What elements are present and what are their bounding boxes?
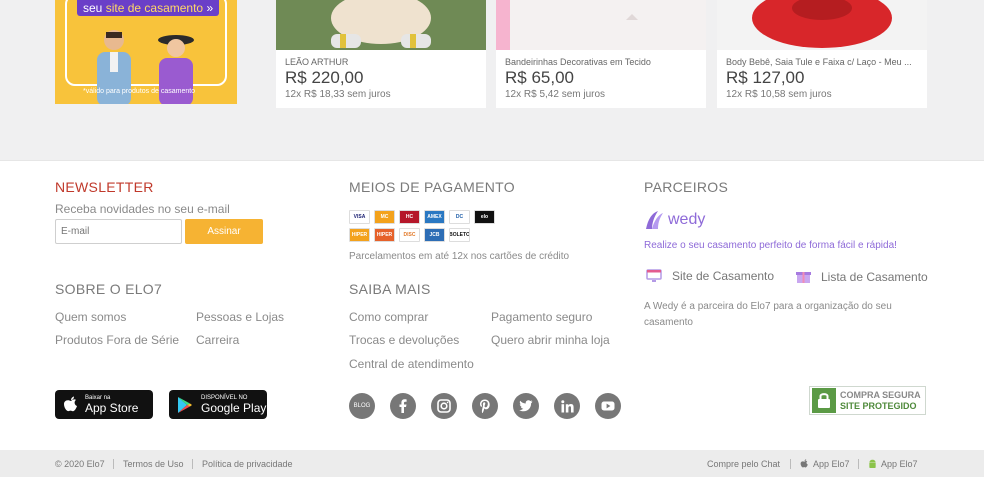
wedy-tagline: Realize o seu casamento perfeito de form… [644,240,897,251]
newsletter-heading: NEWSLETTER [55,179,154,195]
apple-icon [64,396,77,411]
product-strip: seu site de casamento » *válido para pro… [0,0,984,160]
jcb-icon: JCB [424,228,445,242]
product-installments: 12x R$ 5,42 sem juros [505,89,606,100]
hiper-alt-icon: HIPER [374,228,395,242]
padlock-icon [812,388,836,413]
google-play-button[interactable]: DISPONÍVEL NO Google Play [169,390,267,419]
about-link-pessoas-lojas[interactable]: Pessoas e Lojas [196,310,284,324]
discover-icon: DISC [399,228,420,242]
link-trocas[interactable]: Trocas e devoluções [349,333,459,347]
payment-row: HIPER HIPER DISC JCB BOLETO [349,228,470,242]
app-store-big: App Store [85,400,139,415]
mastercard-icon: MC [374,210,395,224]
product-image [717,0,927,50]
divider [858,459,859,469]
product-image [276,0,486,50]
wedy-about-line1: A Wedy é a parceira do Elo7 para a organ… [644,301,892,312]
product-title: Bandeirinhas Decorativas em Tecido [505,57,651,67]
product-card[interactable]: Body Bebê, Saia Tule e Faixa c/ Laço - M… [717,0,927,108]
wedding-list-label: Lista de Casamento [821,269,928,284]
google-play-icon [178,396,192,413]
divider [192,459,193,469]
product-title: LEÃO ARTHUR [285,57,349,67]
link-pagamento-seguro[interactable]: Pagamento seguro [491,310,592,324]
chat-link[interactable]: Compre pelo Chat [707,459,780,469]
product-card[interactable]: LEÃO ARTHUR R$ 220,00 12x R$ 18,33 sem j… [276,0,486,108]
android-app-label: App Elo7 [881,459,918,469]
secure-badge-line1: COMPRA SEGURA [840,389,921,400]
divider [113,459,114,469]
diners-icon: DC [449,210,470,224]
google-play-big: Google Play [201,400,267,415]
about-link-carreira[interactable]: Carreira [196,333,239,347]
product-price: R$ 220,00 [285,68,364,87]
bottom-bar: © 2020 Elo7 Termos de Uso Política de pr… [0,450,984,477]
ios-app-label: App Elo7 [813,459,850,469]
visa-icon: VISA [349,210,370,224]
wedding-list-link[interactable]: Lista de Casamento [796,269,928,284]
wedding-promo-banner[interactable]: seu site de casamento » *válido para pro… [55,0,237,104]
blog-icon[interactable]: BLOG [349,393,375,419]
product-price: R$ 65,00 [505,68,574,87]
promo-chip-prefix: seu [83,1,103,15]
twitter-icon[interactable] [513,393,539,419]
payment-row: VISA MC HC AMEX DC elo [349,210,495,224]
partners-heading: PARCEIROS [644,179,729,195]
payment-heading: MEIOS DE PAGAMENTO [349,179,515,195]
divider [790,459,791,469]
product-price: R$ 127,00 [726,68,805,87]
product-image [496,0,706,50]
product-installments: 12x R$ 18,33 sem juros [285,89,391,100]
product-installments: 12x R$ 10,58 sem juros [726,89,832,100]
hiper-icon: HIPER [349,228,370,242]
instagram-icon[interactable] [431,393,457,419]
wedy-brand-name: wedy [668,211,706,228]
subscribe-button[interactable]: Assinar [185,219,263,244]
about-link-quem-somos[interactable]: Quem somos [55,310,126,324]
wedding-site-label: Site de Casamento [672,269,775,283]
youtube-icon[interactable] [595,393,621,419]
wedy-logo[interactable]: wedy [644,209,705,231]
app-store-button[interactable]: Baixar na App Store [55,390,153,419]
social-links: BLOG [349,393,621,419]
ios-app-link[interactable]: App Elo7 [800,459,850,469]
promo-chip: seu site de casamento » [77,0,220,16]
gift-icon [796,272,811,283]
link-central-atendimento[interactable]: Central de atendimento [349,357,474,371]
privacy-link[interactable]: Política de privacidade [202,459,293,469]
site-footer: NEWSLETTER Receba novidades no seu e-mai… [0,160,984,450]
apple-icon [800,459,808,468]
android-app-link[interactable]: App Elo7 [868,459,918,469]
product-card[interactable]: Bandeirinhas Decorativas em Tecido R$ 65… [496,0,706,108]
know-more-heading: SAIBA MAIS [349,281,431,297]
product-title: Body Bebê, Saia Tule e Faixa c/ Laço - M… [726,57,912,67]
hipercard-icon: HC [399,210,420,224]
terms-link[interactable]: Termos de Uso [123,459,184,469]
newsletter-email-input[interactable] [55,219,182,244]
wedy-icon [646,211,663,229]
wedding-site-link[interactable]: Site de Casamento [646,269,774,283]
linkedin-icon[interactable] [554,393,580,419]
wedy-about-line2: casamento [644,317,693,328]
android-icon [869,459,876,469]
elo-icon: elo [474,210,495,224]
secure-site-badge[interactable]: COMPRA SEGURA SITE PROTEGIDO [809,386,926,415]
boleto-icon: BOLETO [449,228,470,242]
promo-note: *válido para produtos de casamento [83,88,196,95]
pinterest-icon[interactable] [472,393,498,419]
monitor-icon [646,269,662,282]
copyright-text: © 2020 Elo7 [55,459,105,469]
promo-chip-suffix: » [206,1,214,15]
about-link-produtos[interactable]: Produtos Fora de Série [55,333,179,347]
promo-chip-highlight: site de casamento [105,1,204,15]
facebook-icon[interactable] [390,393,416,419]
link-como-comprar[interactable]: Como comprar [349,310,428,324]
payment-note: Parcelamentos em até 12x nos cartões de … [349,251,570,262]
newsletter-subtitle: Receba novidades no seu e-mail [55,202,230,216]
about-heading: SOBRE O ELO7 [55,281,163,297]
secure-badge-line2: SITE PROTEGIDO [840,400,917,411]
amex-icon: AMEX [424,210,445,224]
link-abrir-loja[interactable]: Quero abrir minha loja [491,333,610,347]
